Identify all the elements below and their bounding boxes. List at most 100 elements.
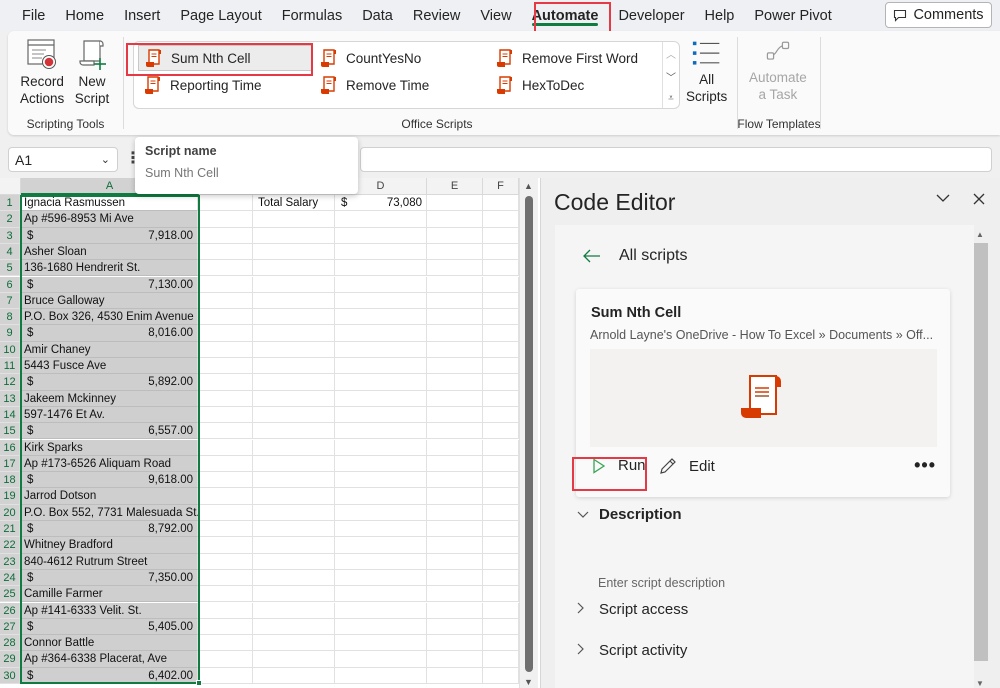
cell-a[interactable]: Camille Farmer	[21, 586, 198, 603]
empty-cell[interactable]	[253, 374, 335, 391]
empty-cell[interactable]	[335, 488, 427, 505]
tab-automate[interactable]: Automate	[522, 0, 609, 31]
row-header[interactable]: 26	[0, 602, 20, 619]
row-header[interactable]: 9	[0, 325, 20, 342]
chevron-down-icon[interactable]: ⌄	[101, 153, 110, 166]
empty-cell[interactable]	[483, 504, 519, 521]
script-activity-toggle[interactable]: Script activity	[577, 642, 687, 659]
cell-a[interactable]: $6,402.00	[21, 667, 198, 684]
empty-cell[interactable]	[199, 325, 253, 342]
empty-cell[interactable]	[427, 243, 483, 261]
empty-cell[interactable]	[253, 586, 335, 603]
empty-cell[interactable]	[335, 618, 427, 636]
cell-a[interactable]: 597-1476 Et Av.	[21, 406, 198, 424]
cell-a[interactable]: $7,918.00	[21, 227, 198, 244]
empty-cell[interactable]	[335, 243, 427, 261]
script-access-toggle[interactable]: Script access	[577, 601, 688, 618]
empty-cell[interactable]	[253, 227, 335, 244]
cell-a[interactable]: Ignacia Rasmussen	[21, 195, 198, 212]
empty-cell[interactable]	[199, 309, 253, 326]
row-header[interactable]: 30	[0, 667, 20, 684]
empty-cell[interactable]	[199, 553, 253, 570]
record-actions-button[interactable]: Record Actions	[20, 37, 64, 107]
run-button[interactable]: Run	[592, 457, 646, 474]
empty-cell[interactable]	[199, 488, 253, 505]
pane-scroll-up-icon[interactable]: ▲	[976, 230, 984, 239]
cell-a[interactable]: $6,557.00	[21, 423, 198, 440]
cell-a[interactable]: $7,350.00	[21, 569, 198, 587]
all-scripts-button[interactable]: All Scripts	[686, 39, 727, 105]
empty-cell[interactable]	[335, 374, 427, 391]
empty-cell[interactable]	[253, 569, 335, 587]
empty-cell[interactable]	[253, 439, 335, 456]
cell-a[interactable]: Kirk Sparks	[21, 439, 198, 456]
empty-cell[interactable]	[427, 341, 483, 358]
empty-cell[interactable]	[199, 195, 253, 212]
empty-cell[interactable]	[199, 537, 253, 554]
sheet-vertical-scrollbar[interactable]: ▲ ▼	[519, 178, 538, 688]
cell-a[interactable]: Ap #173-6526 Aliquam Road	[21, 455, 198, 473]
row-header[interactable]: 15	[0, 423, 20, 440]
empty-cell[interactable]	[199, 651, 253, 668]
empty-cell[interactable]	[335, 553, 427, 570]
automate-task-button[interactable]: Automate a Task	[749, 37, 807, 103]
empty-cell[interactable]	[335, 292, 427, 310]
column-header-e[interactable]: E	[427, 178, 483, 195]
cell-a[interactable]: 136-1680 Hendrerit St.	[21, 260, 198, 277]
empty-cell[interactable]	[253, 358, 335, 375]
cell-a[interactable]: $9,618.00	[21, 472, 198, 489]
empty-cell[interactable]	[253, 341, 335, 358]
pane-scrollbar[interactable]: ▲ ▼	[973, 230, 989, 688]
script-remove-first-word[interactable]: Remove First Word	[490, 45, 660, 71]
empty-cell[interactable]	[199, 211, 253, 228]
empty-cell[interactable]	[427, 309, 483, 326]
script-reporting-time[interactable]: Reporting Time	[138, 72, 313, 98]
empty-cell[interactable]	[483, 472, 519, 489]
row-header[interactable]: 21	[0, 521, 20, 538]
empty-cell[interactable]	[335, 260, 427, 277]
tab-developer[interactable]: Developer	[608, 0, 694, 31]
empty-cell[interactable]	[427, 618, 483, 636]
empty-cell[interactable]	[427, 553, 483, 570]
empty-cell[interactable]	[199, 472, 253, 489]
tab-data[interactable]: Data	[352, 0, 403, 31]
empty-cell[interactable]	[483, 358, 519, 375]
empty-cell[interactable]	[483, 195, 519, 212]
cell-a[interactable]: $7,130.00	[21, 276, 198, 293]
script-remove-time[interactable]: Remove Time	[314, 72, 484, 98]
empty-cell[interactable]	[427, 667, 483, 684]
empty-cell[interactable]	[483, 602, 519, 619]
empty-cell[interactable]	[427, 439, 483, 456]
empty-cell[interactable]	[199, 406, 253, 424]
script-countyesno[interactable]: CountYesNo	[314, 45, 484, 71]
empty-cell[interactable]	[335, 602, 427, 619]
empty-cell[interactable]	[253, 309, 335, 326]
empty-cell[interactable]	[483, 651, 519, 668]
empty-cell[interactable]	[483, 374, 519, 391]
empty-cell[interactable]	[483, 569, 519, 587]
row-header[interactable]: 14	[0, 406, 20, 424]
empty-cell[interactable]	[483, 586, 519, 603]
empty-cell[interactable]	[427, 276, 483, 293]
script-sum-nth-cell[interactable]: Sum Nth Cell	[138, 45, 313, 71]
empty-cell[interactable]	[253, 211, 335, 228]
gallery-expand-icon[interactable]: ⩡	[668, 93, 674, 104]
empty-cell[interactable]	[253, 504, 335, 521]
empty-cell[interactable]	[199, 227, 253, 244]
empty-cell[interactable]	[199, 667, 253, 684]
cell-a[interactable]: Ap #364-6338 Placerat, Ave	[21, 651, 198, 668]
gallery-down-icon[interactable]: ﹀	[666, 69, 676, 84]
close-icon[interactable]	[972, 190, 986, 211]
row-header[interactable]: 29	[0, 651, 20, 668]
empty-cell[interactable]	[335, 569, 427, 587]
empty-cell[interactable]	[199, 341, 253, 358]
empty-cell[interactable]	[427, 651, 483, 668]
empty-cell[interactable]	[199, 390, 253, 407]
empty-cell[interactable]	[427, 211, 483, 228]
empty-cell[interactable]	[483, 406, 519, 424]
empty-cell[interactable]	[253, 325, 335, 342]
tab-power-pivot[interactable]: Power Pivot	[744, 0, 841, 31]
empty-cell[interactable]	[427, 227, 483, 244]
tab-insert[interactable]: Insert	[114, 0, 170, 31]
tab-formulas[interactable]: Formulas	[272, 0, 352, 31]
